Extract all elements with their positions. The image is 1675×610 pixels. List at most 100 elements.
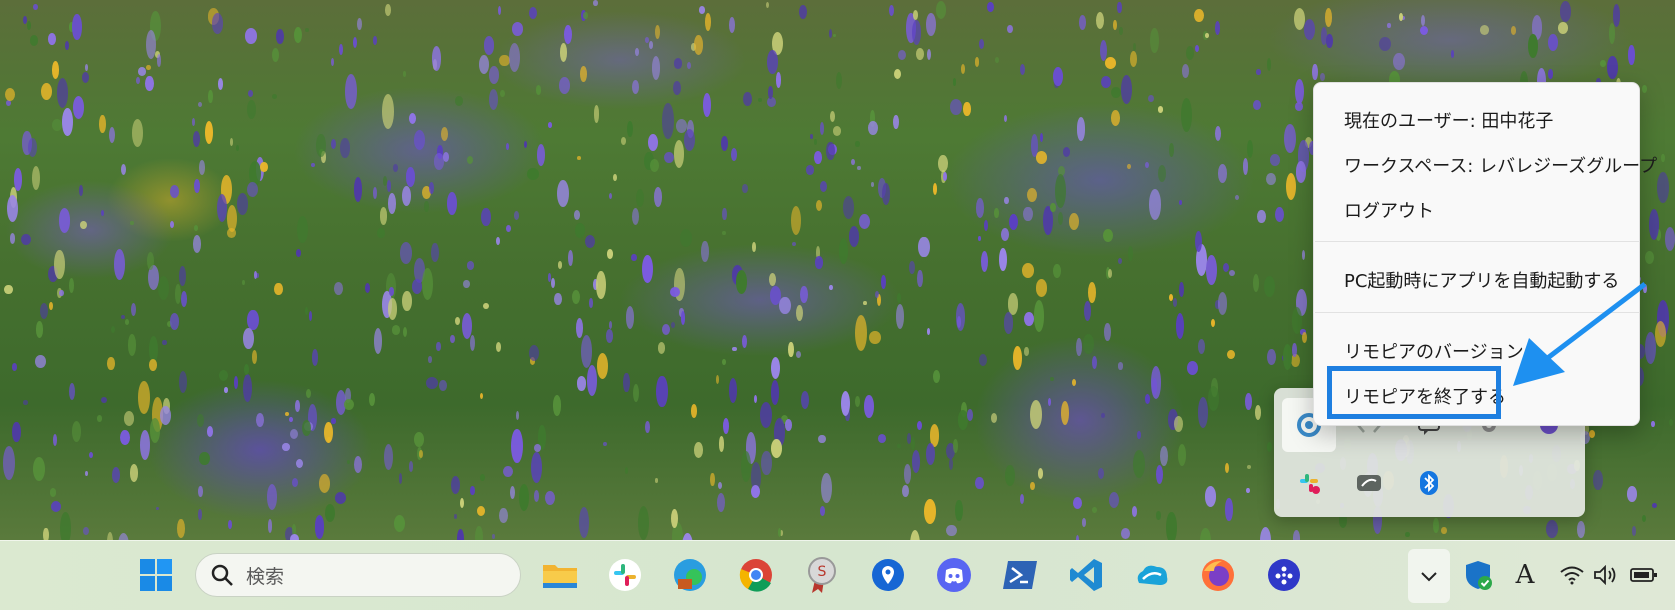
wallpaper-flower xyxy=(506,225,511,232)
wallpaper-flower xyxy=(431,46,442,71)
wallpaper-flower xyxy=(296,459,304,469)
wallpaper-flower xyxy=(843,195,855,219)
wallpaper-flower xyxy=(955,500,963,521)
wallpaper-flower xyxy=(1160,446,1168,467)
cloud-app-icon[interactable] xyxy=(1132,555,1172,595)
wallpaper-flower xyxy=(791,241,797,247)
wallpaper-flower xyxy=(1105,57,1117,69)
wallpaper-flower xyxy=(379,206,388,225)
wallpaper-flower xyxy=(226,228,237,238)
wallpaper-flower xyxy=(1053,66,1064,87)
wallpaper-flower xyxy=(716,374,720,384)
file-explorer-icon[interactable] xyxy=(540,555,580,595)
wallpaper-flower xyxy=(933,370,941,383)
wallpaper-flower xyxy=(466,156,474,165)
chrome-icon[interactable] xyxy=(736,555,776,595)
menu-item-logout[interactable]: ログアウト xyxy=(1344,197,1434,223)
wallpaper-flower xyxy=(829,28,833,39)
wallpaper-flower xyxy=(878,434,887,444)
wallpaper-flower xyxy=(924,499,936,525)
firefox-icon[interactable] xyxy=(1198,555,1238,595)
wallpaper-flower xyxy=(33,4,38,11)
battery-icon[interactable] xyxy=(1624,555,1664,595)
wallpaper-flower xyxy=(1155,510,1162,520)
wallpaper-flower xyxy=(1088,282,1097,303)
wallpaper-flower xyxy=(1001,227,1010,241)
wallpaper-flower xyxy=(505,143,509,150)
powershell-icon[interactable] xyxy=(1000,555,1040,595)
wallpaper-flower xyxy=(498,507,508,524)
menu-item-workspace[interactable]: ワークスペース: レバレジーズグループ xyxy=(1344,152,1657,178)
wallpaper-flower xyxy=(547,121,553,128)
wallpaper-flower xyxy=(499,54,510,67)
volume-icon[interactable] xyxy=(1586,555,1626,595)
wallpaper-flower xyxy=(1292,530,1301,540)
wallpaper-flower xyxy=(1253,100,1261,111)
map-pin-app-icon[interactable] xyxy=(868,555,908,595)
wallpaper-flower xyxy=(557,179,569,207)
wallpaper-flower xyxy=(1177,443,1187,466)
wallpaper-flower xyxy=(477,505,486,517)
wallpaper-flower xyxy=(529,344,540,362)
wallpaper-flower xyxy=(948,457,953,470)
wallpaper-flower xyxy=(1302,331,1308,344)
wallpaper-flower xyxy=(107,531,114,540)
wallpaper-flower xyxy=(97,415,103,422)
search-input[interactable]: 検索 xyxy=(195,553,521,597)
wallpaper-flower xyxy=(551,277,556,288)
wallpaper-flower xyxy=(247,89,254,97)
edge-icon[interactable] xyxy=(670,555,710,595)
network-app-icon[interactable] xyxy=(1264,555,1304,595)
security-shield-icon[interactable] xyxy=(1458,555,1498,595)
bluetooth-icon[interactable] xyxy=(1402,456,1456,510)
wallpaper-flower xyxy=(1234,195,1239,201)
wallpaper-flower xyxy=(567,249,573,266)
menu-item-version[interactable]: リモピアのバージョン xyxy=(1344,338,1524,364)
discord-icon[interactable] xyxy=(934,555,974,595)
wallpaper-flower xyxy=(1324,8,1332,28)
wallpaper-flower xyxy=(242,374,252,403)
wallpaper-flower xyxy=(123,411,135,427)
wallpaper-flower xyxy=(1252,274,1260,293)
wallpaper-flower xyxy=(1559,1,1572,23)
wallpaper-flower xyxy=(455,96,464,107)
wallpaper-flower xyxy=(1303,19,1315,40)
wallpaper-flower xyxy=(247,309,259,331)
slack-icon[interactable] xyxy=(605,555,645,595)
menu-item-current-user[interactable]: 現在のユーザー: 田中花子 xyxy=(1344,107,1553,133)
wallpaper-flower xyxy=(868,330,881,344)
wallpaper-flower xyxy=(1108,491,1119,508)
wallpaper-flower xyxy=(124,319,130,326)
vscode-icon[interactable] xyxy=(1066,555,1106,595)
wallpaper-flower xyxy=(554,292,563,306)
wallpaper-flower xyxy=(572,290,581,305)
wallpaper-flower xyxy=(829,284,833,291)
wallpaper-flower xyxy=(373,328,382,354)
ime-icon[interactable]: A xyxy=(1505,555,1545,595)
wallpaper-flower xyxy=(4,284,13,295)
wallpaper-flower xyxy=(305,306,309,316)
wallpaper-flower xyxy=(986,1,994,13)
wallpaper-flower xyxy=(1246,464,1251,470)
wallpaper-flower xyxy=(353,177,363,203)
chevron-up-icon[interactable] xyxy=(1408,549,1450,603)
wallpaper-flower xyxy=(1023,206,1033,222)
wallpaper-flower xyxy=(871,181,875,187)
windows-start-icon[interactable] xyxy=(136,555,176,595)
cloud-tray-icon[interactable] xyxy=(1342,456,1396,510)
wallpaper-flower xyxy=(146,65,151,71)
wallpaper-flower xyxy=(1283,124,1296,154)
wallpaper-flower xyxy=(324,503,336,523)
wallpaper-flower xyxy=(718,436,725,452)
wallpaper-flower xyxy=(1557,22,1569,34)
wallpaper-flower xyxy=(394,514,406,533)
wallpaper-flower xyxy=(72,96,84,119)
wallpaper-flower xyxy=(732,347,737,352)
wallpaper-flower xyxy=(111,466,120,483)
award-app-icon[interactable]: S xyxy=(802,555,842,595)
wallpaper-flower xyxy=(296,215,308,243)
wallpaper-flower xyxy=(1100,75,1112,89)
slack-tray-icon[interactable] xyxy=(1282,456,1336,510)
wallpaper-flower xyxy=(241,279,245,286)
wallpaper-flower xyxy=(114,249,126,280)
